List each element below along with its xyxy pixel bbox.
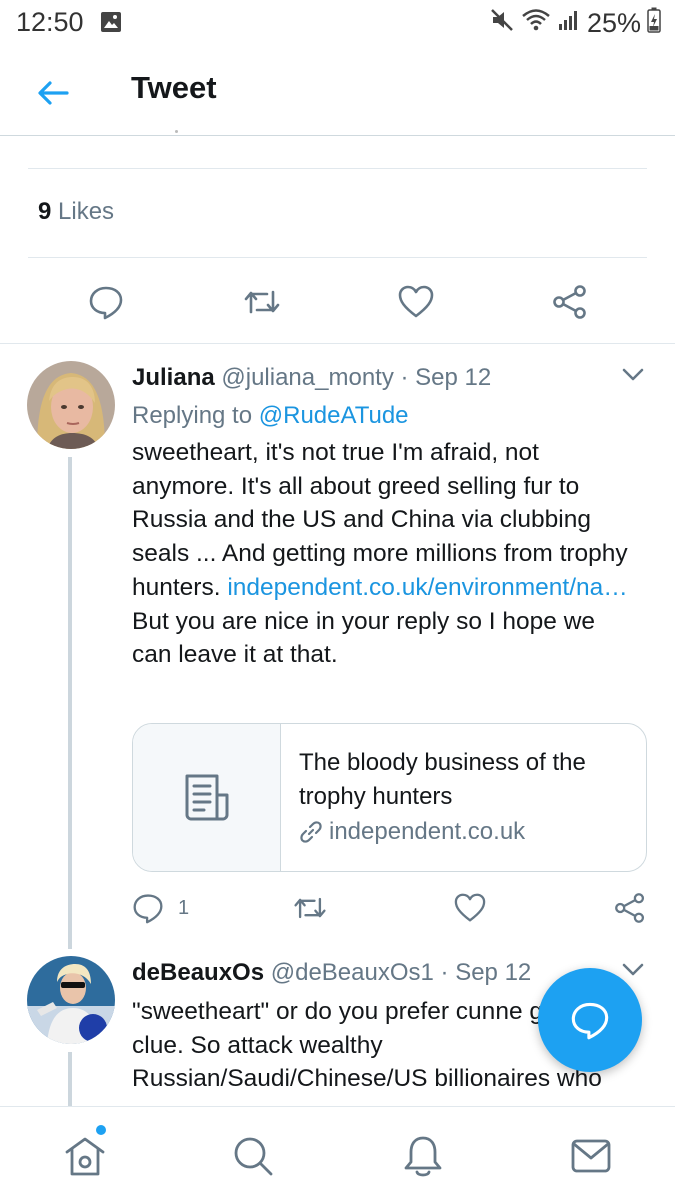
separator: ·	[440, 959, 449, 986]
card-domain-text: independent.co.uk	[329, 818, 526, 845]
nav-messages[interactable]	[566, 1131, 616, 1181]
scrolled-content-remnant	[175, 130, 178, 133]
app-header: Tweet	[0, 48, 675, 136]
like-button[interactable]	[454, 888, 486, 928]
chevron-down-icon	[622, 368, 644, 381]
nav-search[interactable]	[228, 1131, 278, 1181]
replying-prefix: Replying to	[132, 402, 253, 429]
nav-notifications[interactable]	[398, 1131, 448, 1181]
article-link[interactable]: independent.co.uk/environment/na…	[227, 574, 627, 601]
tweet-date[interactable]: Sep 12	[455, 959, 531, 986]
share-button[interactable]	[614, 888, 646, 928]
separator: ·	[400, 364, 409, 391]
user-handle[interactable]: @deBeauxOs1	[271, 959, 434, 986]
like-button[interactable]	[394, 280, 438, 324]
wifi-icon	[521, 7, 551, 40]
battery-charging-icon	[647, 7, 661, 40]
arrow-left-icon	[38, 81, 69, 105]
gallery-icon	[100, 11, 122, 38]
notifications-icon	[404, 1136, 442, 1177]
tweet-header: Juliana @juliana_monty · Sep 12	[132, 364, 491, 392]
battery-percent: 25%	[586, 8, 641, 38]
retweet-icon	[244, 290, 280, 314]
reply-action-bar: 1	[0, 888, 675, 928]
share-icon	[553, 285, 586, 319]
replying-to: Replying to @RudeATude	[132, 402, 409, 430]
home-icon	[65, 1137, 105, 1176]
divider	[28, 168, 647, 169]
card-title: The bloody business of the trophy hunter…	[299, 749, 586, 810]
compose-reply-button[interactable]	[538, 968, 642, 1072]
mention-link[interactable]: @RudeATude	[259, 402, 409, 429]
link-card[interactable]: The bloody business of the trophy hunter…	[132, 723, 647, 872]
tweet-text: sweetheart, it's not true I'm afraid, no…	[132, 436, 637, 672]
avatar[interactable]	[27, 361, 115, 449]
search-icon	[234, 1137, 273, 1176]
likes-number: 9	[38, 198, 52, 225]
link-icon	[300, 821, 322, 843]
nav-home[interactable]	[60, 1131, 110, 1181]
tweet-menu-button[interactable]	[618, 360, 648, 390]
status-icons: 25%	[489, 7, 661, 40]
likes-label: Likes	[58, 198, 115, 225]
avatar[interactable]	[27, 956, 115, 1044]
article-icon	[185, 774, 228, 820]
reply-count: 1	[178, 896, 190, 919]
retweet-button[interactable]	[240, 280, 284, 324]
user-name[interactable]: deBeauxOs	[132, 959, 264, 986]
divider	[28, 257, 647, 258]
share-icon	[615, 893, 645, 923]
share-button[interactable]	[548, 280, 592, 324]
messages-icon	[571, 1139, 611, 1173]
mute-icon	[489, 7, 515, 40]
divider	[0, 343, 675, 344]
tweet-text-part: But you are nice in your reply so I hope…	[132, 607, 596, 669]
unread-dot	[96, 1125, 106, 1135]
tweet-action-bar	[0, 280, 675, 324]
thread-line	[68, 1052, 72, 1108]
reply-button[interactable]: 1	[132, 888, 189, 928]
reply-icon	[89, 286, 123, 320]
like-icon	[454, 893, 486, 922]
tweet-header: deBeauxOs @deBeauxOs1 · Sep 12	[132, 959, 531, 987]
card-domain: independent.co.uk	[299, 818, 525, 846]
chevron-down-icon	[622, 963, 644, 976]
reply-button[interactable]	[84, 280, 128, 324]
signal-icon	[557, 8, 581, 39]
reply-icon	[571, 1002, 609, 1040]
tweet-date[interactable]: Sep 12	[415, 364, 491, 391]
card-thumbnail	[133, 724, 281, 871]
thread-line	[68, 457, 72, 949]
status-time: 12:50	[16, 7, 84, 37]
retweet-icon	[294, 897, 326, 919]
bottom-nav	[0, 1106, 675, 1200]
user-name[interactable]: Juliana	[132, 364, 215, 391]
reply-icon	[133, 894, 163, 924]
status-bar: 12:50 25%	[0, 0, 675, 48]
page-title: Tweet	[131, 70, 217, 105]
like-icon	[398, 285, 434, 318]
retweet-button[interactable]	[292, 888, 328, 928]
likes-count[interactable]: 9 Likes	[38, 198, 114, 226]
user-handle[interactable]: @juliana_monty	[221, 364, 393, 391]
back-button[interactable]	[30, 70, 76, 116]
